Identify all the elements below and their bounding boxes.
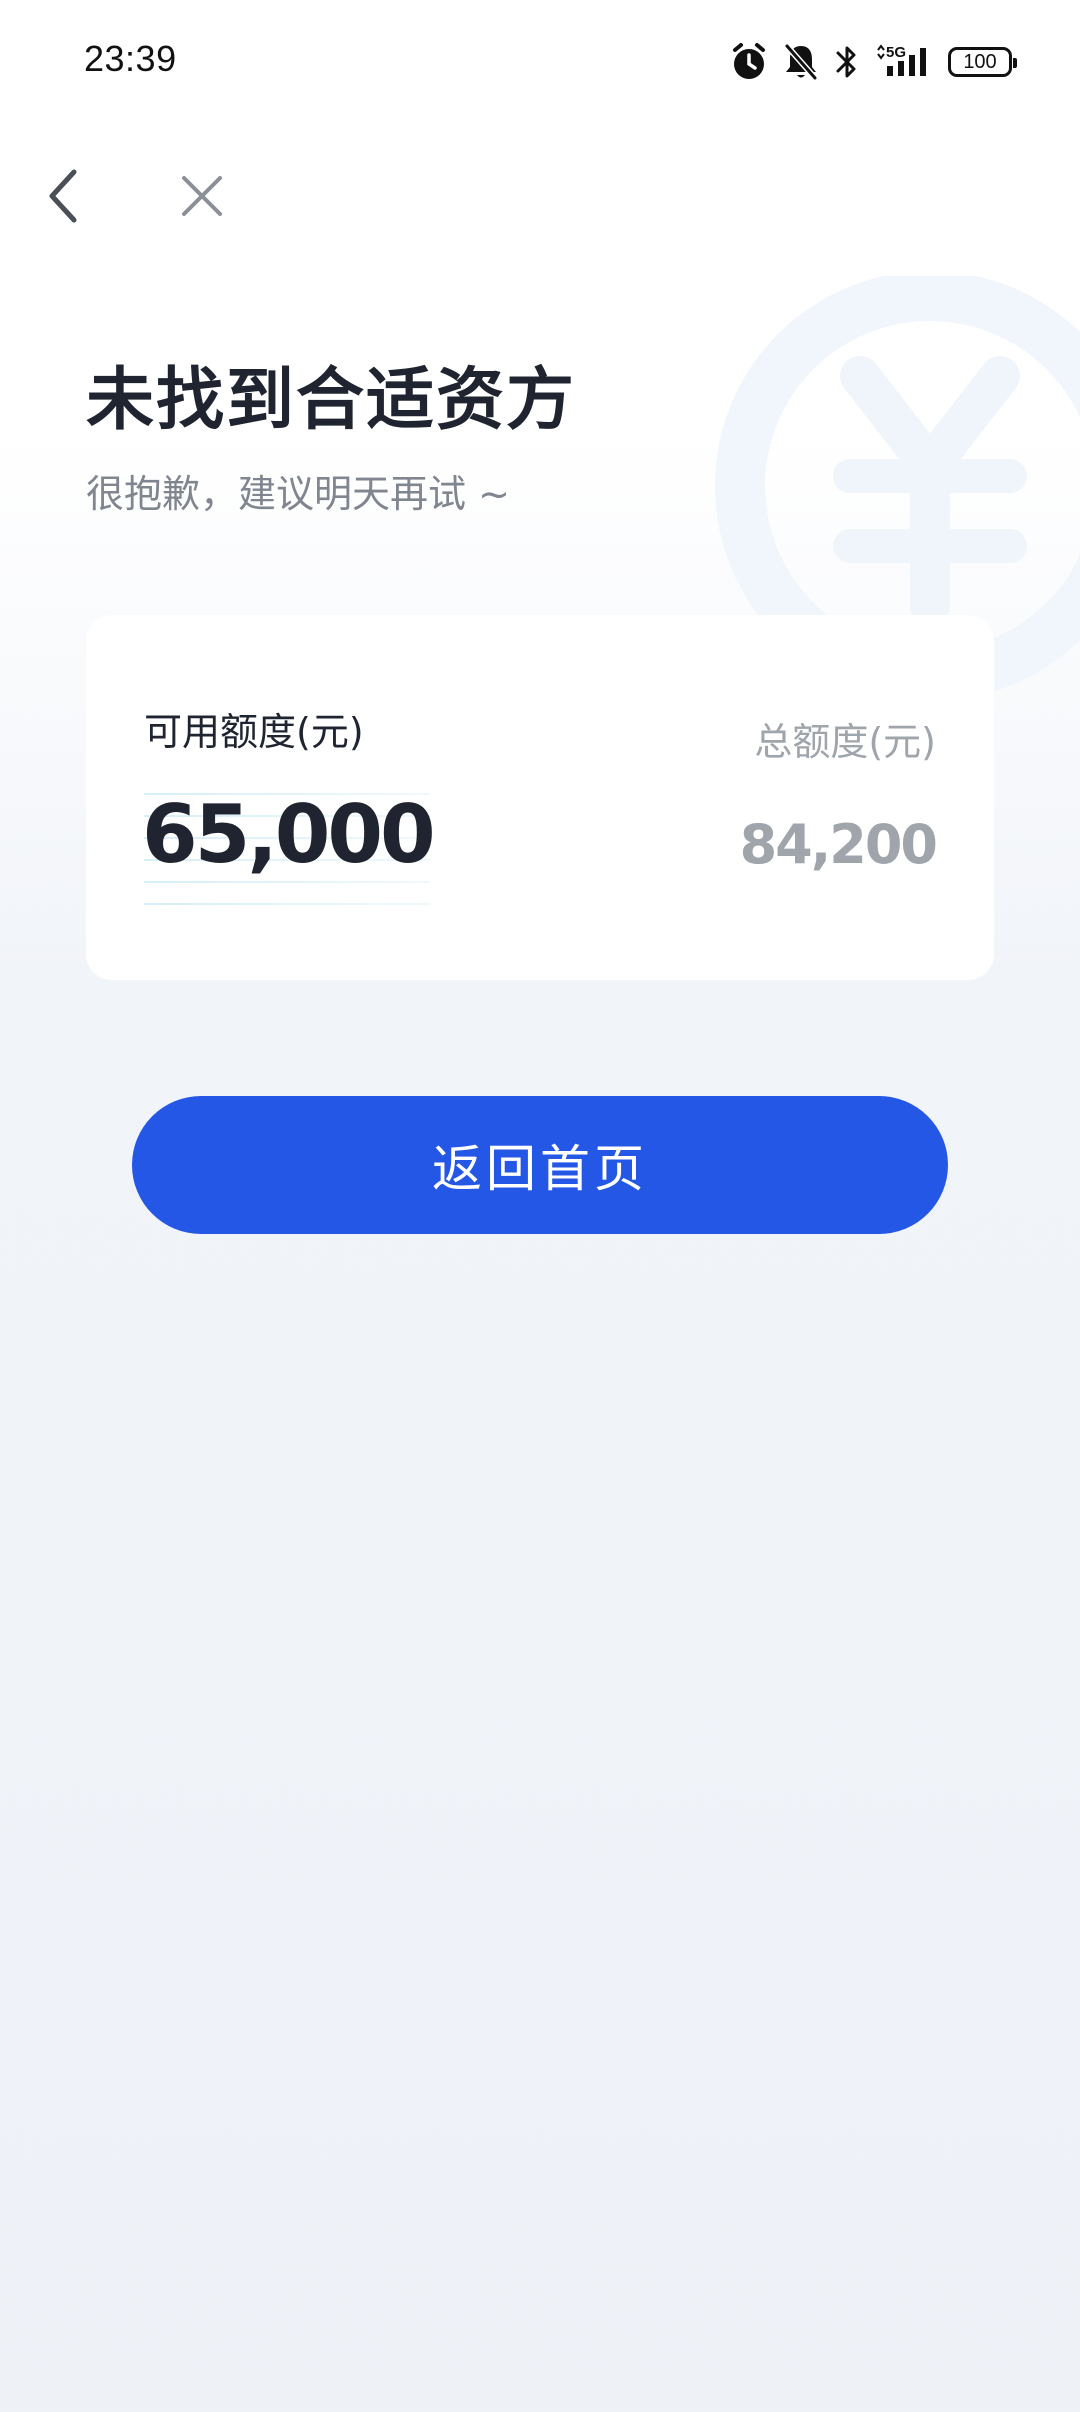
status-icons: 5G 100: [730, 38, 1017, 86]
credit-limit-card: 可用额度(元) 65,000 总额度(元) 84,200: [86, 615, 994, 980]
page-subtitle: 很抱歉，建议明天再试 ~: [86, 472, 510, 516]
close-icon: [182, 176, 222, 216]
network-label: 5G: [886, 44, 906, 61]
return-home-button[interactable]: 返回首页: [132, 1096, 948, 1234]
page-title: 未找到合适资方: [86, 361, 577, 440]
bell-off-icon: [782, 42, 820, 82]
battery-icon: 100: [948, 47, 1017, 77]
status-time: 23:39: [84, 38, 177, 79]
return-home-button-label: 返回首页: [432, 1140, 648, 1198]
available-limit-label: 可用额度(元): [144, 710, 364, 754]
battery-level: 100: [963, 51, 997, 73]
total-limit-label: 总额度(元): [754, 720, 936, 764]
status-bar: 23:39 5G 100: [0, 0, 1080, 124]
signal-5g-icon: 5G: [874, 42, 934, 82]
close-button[interactable]: [174, 168, 230, 224]
bluetooth-icon: [834, 42, 860, 82]
total-limit-value: 84,200: [739, 813, 938, 876]
alarm-icon: [730, 42, 768, 82]
chevron-left-icon: [49, 169, 77, 223]
available-limit-value: 65,000: [142, 788, 436, 881]
back-button[interactable]: [38, 162, 94, 230]
